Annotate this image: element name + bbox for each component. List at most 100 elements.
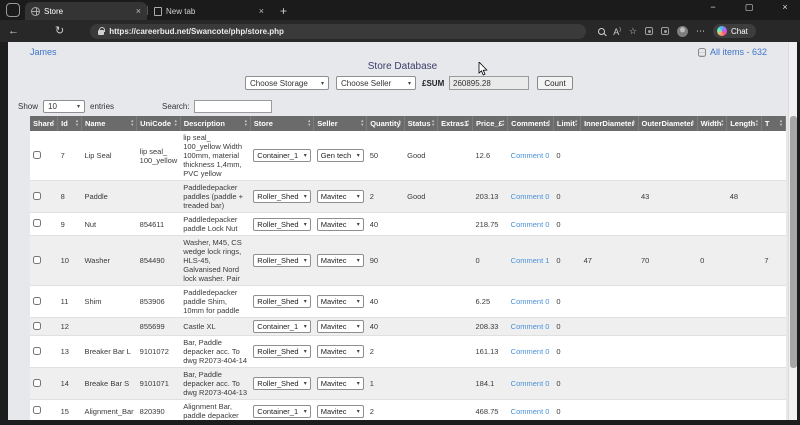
cell-limit: 0 <box>553 181 580 213</box>
choose-storage-select[interactable]: Choose Storage▾ <box>245 76 329 90</box>
seller-select[interactable]: Mavitec▾ <box>317 405 364 418</box>
sum-input[interactable] <box>449 76 529 90</box>
column-header-status[interactable]: Status▲▼ <box>404 116 437 131</box>
column-header-seller[interactable]: Seller▲▼ <box>314 116 367 131</box>
seller-select[interactable]: Gen tech▾ <box>317 149 364 162</box>
column-header-share[interactable]: Share▲▼ <box>30 116 58 131</box>
share-checkbox[interactable] <box>33 151 41 159</box>
store-select[interactable]: Roller_Shed▾ <box>253 345 310 358</box>
all-items-link[interactable]: All items - 632 <box>710 47 767 57</box>
store-select[interactable]: Roller_Shed▾ <box>253 254 310 267</box>
seller-select[interactable]: Mavitec▾ <box>317 345 364 358</box>
comment-link[interactable]: Comment 1 <box>511 256 550 265</box>
scrollbar-thumb[interactable] <box>790 116 797 368</box>
read-aloud-icon[interactable]: A) <box>613 26 621 37</box>
cell-share <box>30 131 58 181</box>
seller-select[interactable]: Mavitec▾ <box>317 320 364 333</box>
maximize-button[interactable]: ▢ <box>742 2 756 13</box>
column-header-length[interactable]: Length▲▼ <box>727 116 762 131</box>
comment-link[interactable]: Comment 0 <box>511 322 550 331</box>
share-checkbox[interactable] <box>33 297 41 305</box>
tab-store[interactable]: Store × <box>25 2 147 20</box>
extension-icon[interactable] <box>645 27 653 35</box>
cell-id: 15 <box>58 400 82 421</box>
column-header-t[interactable]: T▲▼ <box>761 116 785 131</box>
settings-menu-icon[interactable]: ⋯ <box>696 27 705 36</box>
count-button[interactable]: Count <box>537 76 573 90</box>
profile-avatar[interactable] <box>677 26 688 37</box>
share-checkbox[interactable] <box>33 347 41 355</box>
comment-link[interactable]: Comment 0 <box>511 151 550 160</box>
comment-link[interactable]: Comment 0 <box>511 297 550 306</box>
chat-button[interactable]: Chat <box>713 24 756 38</box>
cell-seller: Mavitec▾ <box>314 286 367 318</box>
new-tab-button[interactable]: + <box>280 5 287 17</box>
column-header-outerdiameter[interactable]: OuterDiameter▲▼ <box>638 116 697 131</box>
share-checkbox[interactable] <box>33 256 41 264</box>
cell-share <box>30 236 58 286</box>
column-header-description[interactable]: Description▲▼ <box>180 116 250 131</box>
seller-select[interactable]: Mavitec▾ <box>317 377 364 390</box>
reload-icon[interactable]: ↻ <box>55 26 64 37</box>
minimize-button[interactable]: − <box>706 2 720 13</box>
share-checkbox[interactable] <box>33 322 41 330</box>
comment-link[interactable]: Comment 0 <box>511 379 550 388</box>
vertical-scrollbar[interactable] <box>788 42 797 420</box>
column-header-comments[interactable]: Comments▲▼ <box>508 116 554 131</box>
column-header-quantity[interactable]: Quantity▲▼ <box>367 116 404 131</box>
column-header-name[interactable]: Name▲▼ <box>81 116 136 131</box>
share-checkbox[interactable] <box>33 379 41 387</box>
cell-status <box>404 336 437 368</box>
search-input[interactable] <box>194 100 272 113</box>
store-select[interactable]: Container_1▾ <box>253 320 310 333</box>
column-header-extras1[interactable]: Extras1▲▼ <box>438 116 473 131</box>
cell-store: Roller_Shed▾ <box>250 336 313 368</box>
comment-link[interactable]: Comment 0 <box>511 192 550 201</box>
tab-actions-icon[interactable] <box>6 3 20 17</box>
seller-select[interactable]: Mavitec▾ <box>317 254 364 267</box>
cell-limit: 0 <box>553 400 580 421</box>
cell-description: Paddledepacker paddles (paddle + treaded… <box>180 181 250 213</box>
cell-width <box>697 131 727 181</box>
back-icon[interactable]: ← <box>8 26 19 37</box>
cell-share <box>30 318 58 336</box>
store-select[interactable]: Roller_Shed▾ <box>253 190 310 203</box>
column-header-width[interactable]: Width▲▼ <box>697 116 727 131</box>
comment-link[interactable]: Comment 0 <box>511 347 550 356</box>
share-checkbox[interactable] <box>33 406 41 414</box>
address-bar[interactable]: https://careerbud.net/Swancote/php/store… <box>90 24 586 39</box>
comment-link[interactable]: Comment 0 <box>511 407 550 416</box>
column-header-innerdiameter[interactable]: InnerDiameter▲▼ <box>581 116 638 131</box>
sort-icon: ▲▼ <box>75 119 79 127</box>
store-select[interactable]: Container_1▾ <box>253 405 310 418</box>
seller-select[interactable]: Mavitec▾ <box>317 190 364 203</box>
cell-inner <box>581 286 638 318</box>
seller-select[interactable]: Mavitec▾ <box>317 295 364 308</box>
store-select[interactable]: Roller_Shed▾ <box>253 295 310 308</box>
column-header-price-[interactable]: Price_£▲▼ <box>473 116 508 131</box>
favorites-star-icon[interactable]: ☆ <box>629 27 637 36</box>
share-checkbox[interactable] <box>33 192 41 200</box>
column-header-unicode[interactable]: UniCode▲▼ <box>137 116 181 131</box>
tab-close-icon[interactable]: × <box>136 6 141 16</box>
store-select[interactable]: Roller_Shed▾ <box>253 218 310 231</box>
choose-seller-select[interactable]: Choose Seller▾ <box>336 76 416 90</box>
column-header-limit[interactable]: Limit▲▼ <box>553 116 580 131</box>
page-length-select[interactable]: 10▾ <box>43 100 85 113</box>
tab-close-icon[interactable]: × <box>259 6 264 16</box>
cell-outer <box>638 368 697 400</box>
share-checkbox[interactable] <box>33 219 41 227</box>
comment-link[interactable]: Comment 0 <box>511 220 550 229</box>
tab-new-tab[interactable]: New tab × <box>148 2 270 20</box>
search-icon[interactable] <box>598 28 605 35</box>
close-button[interactable]: × <box>778 2 792 13</box>
cell-store: Roller_Shed▾ <box>250 181 313 213</box>
cell-id: 8 <box>58 181 82 213</box>
store-select[interactable]: Roller_Shed▾ <box>253 377 310 390</box>
james-link[interactable]: James <box>30 47 57 57</box>
column-header-store[interactable]: Store▲▼ <box>250 116 313 131</box>
seller-select[interactable]: Mavitec▾ <box>317 218 364 231</box>
column-header-id[interactable]: Id▲▼ <box>58 116 82 131</box>
store-select[interactable]: Container_1▾ <box>253 149 310 162</box>
extension-icon-2[interactable] <box>661 27 669 35</box>
